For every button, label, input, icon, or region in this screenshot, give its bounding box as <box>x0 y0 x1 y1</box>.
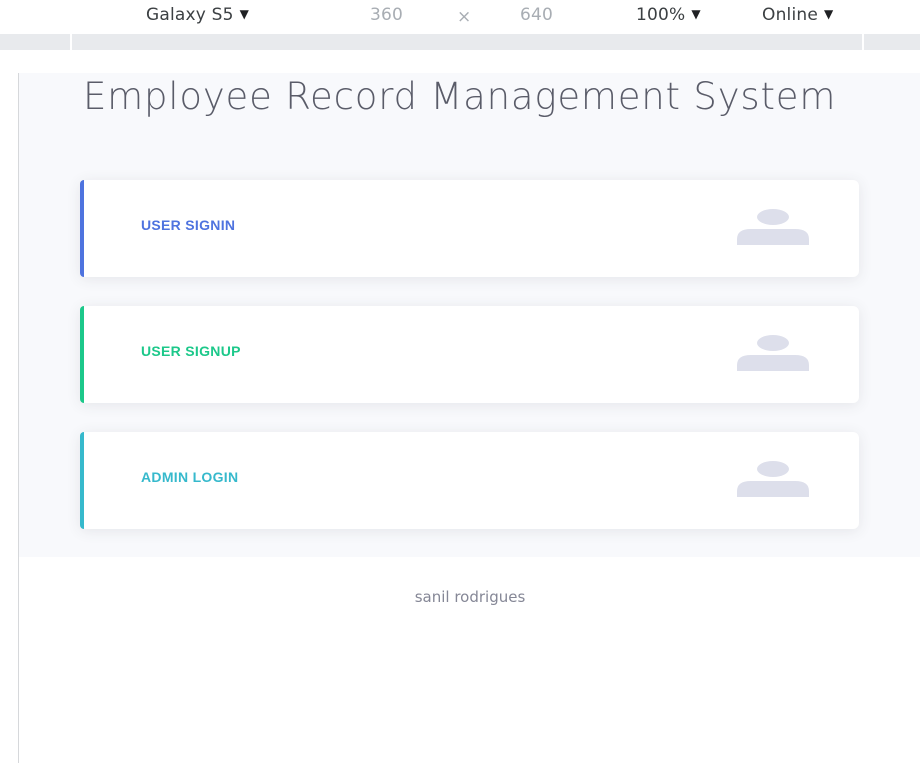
network-select[interactable]: Online ▼ <box>762 5 833 25</box>
zoom-select[interactable]: 100% ▼ <box>636 5 701 25</box>
ruler-tick <box>862 34 864 50</box>
ruler-tick <box>70 34 72 50</box>
zoom-dropdown-icon: ▼ <box>691 7 701 21</box>
network-dropdown-icon: ▼ <box>824 7 834 21</box>
card-accent-bar <box>80 180 84 277</box>
device-viewport: Employee Record Management System USER S… <box>18 73 920 763</box>
times-icon: × <box>457 7 472 27</box>
device-dropdown-icon: ▼ <box>239 7 250 21</box>
media-query-ruler[interactable] <box>0 34 920 50</box>
device-toolbar: Galaxy S5 ▼ 360 × 640 100% ▼ Online ▼ <box>0 0 920 34</box>
device-select[interactable]: Galaxy S5 ▼ <box>146 5 249 25</box>
card-accent-bar <box>80 306 84 403</box>
user-signup-label: USER SIGNUP <box>141 343 241 359</box>
zoom-select-label: 100% <box>636 5 686 25</box>
user-signin-label: USER SIGNIN <box>141 217 236 233</box>
device-select-label: Galaxy S5 <box>146 5 234 25</box>
page-title: Employee Record Management System <box>83 75 837 118</box>
width-input[interactable]: 360 <box>370 5 403 25</box>
height-input[interactable]: 640 <box>520 5 553 25</box>
user-icon <box>737 461 809 497</box>
admin-login-label: ADMIN LOGIN <box>141 469 239 485</box>
admin-login-card[interactable]: ADMIN LOGIN <box>80 432 859 529</box>
footer-author: sanil rodrigues <box>414 588 526 606</box>
card-accent-bar <box>80 432 84 529</box>
user-signin-card[interactable]: USER SIGNIN <box>80 180 859 277</box>
page-content: Employee Record Management System USER S… <box>19 73 920 557</box>
user-icon <box>737 209 809 245</box>
user-icon <box>737 335 809 371</box>
network-select-label: Online <box>762 5 819 25</box>
user-signup-card[interactable]: USER SIGNUP <box>80 306 859 403</box>
